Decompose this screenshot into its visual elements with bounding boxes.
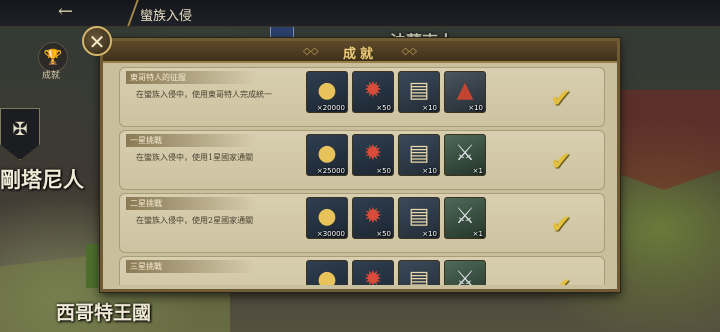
achievement-row[interactable]: 三星挑戰 ● ✹ ▤ ⚔ ✔ [119, 256, 605, 285]
reward-glyph: ● [317, 204, 337, 229]
map-label-gantani: 剛塔尼人 [0, 167, 84, 192]
reward-quantity: ×50 [376, 104, 391, 112]
reward-glyph: ● [317, 78, 337, 103]
top-bar: ← 蠻族入侵 [0, 0, 720, 27]
coin-pile-icon[interactable]: ● ×30000 [306, 197, 348, 239]
reward-glyph: ✹ [363, 267, 383, 285]
scroll-icon[interactable]: ▤ [398, 260, 440, 285]
reward-quantity: ×10 [422, 167, 437, 175]
reward-quantity: ×10 [468, 104, 483, 112]
reward-glyph: ▤ [408, 141, 430, 166]
achievement-title: 東哥特人的征服 [126, 71, 256, 84]
reward-glyph: ▤ [408, 267, 430, 285]
achievement-description: 在蠻族入侵中，使用2星國家通關 [136, 216, 254, 225]
reward-quantity: ×1 [472, 167, 483, 175]
completed-check-icon: ✔ [550, 84, 572, 114]
reward-quantity: ×30000 [316, 230, 345, 238]
completed-check-icon: ✔ [550, 147, 572, 177]
scroll-icon[interactable]: ▤ ×10 [398, 71, 440, 113]
achievement-title: 三星挑戰 [126, 260, 256, 273]
reward-glyph: ● [317, 267, 337, 285]
achievement-row[interactable]: 東哥特人的征服 在蠻族入侵中，使用東哥特人完成統一 ● ×20000 ✹ ×50 ▤ ×10 ▲… [119, 67, 605, 127]
reward-quantity: ×1 [472, 230, 483, 238]
map-banner [86, 244, 98, 288]
achievement-title: 一星挑戰 [126, 134, 256, 147]
panel-header: ◇◇ 成就 ◇◇ [103, 41, 617, 63]
reward-quantity: ×50 [376, 230, 391, 238]
coin-pile-icon[interactable]: ● [306, 260, 348, 285]
medal-icon[interactable]: ✹ ×50 [352, 134, 394, 176]
reward-glyph: ▤ [408, 204, 430, 229]
achievement-description: 在蠻族入侵中，使用東哥特人完成統一 [136, 90, 272, 99]
trophy-label: 成就 [42, 71, 61, 81]
topbar-ornament [87, 0, 139, 26]
panel-title: 成就 [342, 47, 377, 62]
achievement-list[interactable]: 東哥特人的征服 在蠻族入侵中，使用東哥特人完成統一 ● ×20000 ✹ ×50 ▤ ×10 ▲… [109, 65, 611, 285]
close-button[interactable]: ✕ [82, 26, 112, 56]
reward-quantity: ×50 [376, 167, 391, 175]
reward-glyph: ⚔ [455, 204, 475, 229]
reward-glyph: ⚔ [455, 267, 475, 285]
achievement-row[interactable]: 二星挑戰 在蠻族入侵中，使用2星國家通關 ● ×30000 ✹ ×50 ▤ ×10 ⚔ ×1 ✔ [119, 193, 605, 253]
coin-pile-icon[interactable]: ● ×20000 [306, 71, 348, 113]
reward-quantity: ×20000 [316, 104, 345, 112]
reward-glyph: ● [317, 141, 337, 166]
reward-glyph: ✹ [363, 141, 383, 166]
reward-glyph: ▲ [456, 78, 474, 103]
achievement-title: 二星挑戰 [126, 197, 256, 210]
header-ornament-right-icon: ◇◇ [401, 46, 417, 57]
camp-icon[interactable]: ▲ ×10 [444, 71, 486, 113]
completed-check-icon: ✔ [550, 210, 572, 240]
sword-icon[interactable]: ⚔ [444, 260, 486, 285]
map-label-visigoth: 西哥特王國 [56, 302, 152, 324]
achievements-panel: ◇◇ 成就 ◇◇ 東哥特人的征服 在蠻族入侵中，使用東哥特人完成統一 ● ×20000… [100, 38, 620, 292]
completed-check-icon: ✔ [550, 273, 572, 285]
medal-icon[interactable]: ✹ [352, 260, 394, 285]
achievement-description: 在蠻族入侵中，使用1星國家通關 [136, 153, 254, 162]
reward-quantity: ×10 [422, 104, 437, 112]
sword-icon[interactable]: ⚔ ×1 [444, 134, 486, 176]
achievement-row[interactable]: 一星挑戰 在蠻族入侵中，使用1星國家通關 ● ×25000 ✹ ×50 ▤ ×10 ⚔ ×1 ✔ [119, 130, 605, 190]
page-title: 蠻族入侵 [140, 9, 193, 24]
reward-glyph: ✹ [363, 204, 383, 229]
scroll-icon[interactable]: ▤ ×10 [398, 134, 440, 176]
back-arrow-icon[interactable]: ← [58, 2, 73, 22]
reward-glyph: ▤ [408, 78, 430, 103]
reward-quantity: ×10 [422, 230, 437, 238]
reward-glyph: ⚔ [455, 141, 475, 166]
reward-quantity: ×25000 [316, 167, 345, 175]
medal-icon[interactable]: ✹ ×50 [352, 71, 394, 113]
medal-icon[interactable]: ✹ ×50 [352, 197, 394, 239]
coin-pile-icon[interactable]: ● ×25000 [306, 134, 348, 176]
reward-glyph: ✹ [363, 78, 383, 103]
scroll-icon[interactable]: ▤ ×10 [398, 197, 440, 239]
sword-icon[interactable]: ⚔ ×1 [444, 197, 486, 239]
